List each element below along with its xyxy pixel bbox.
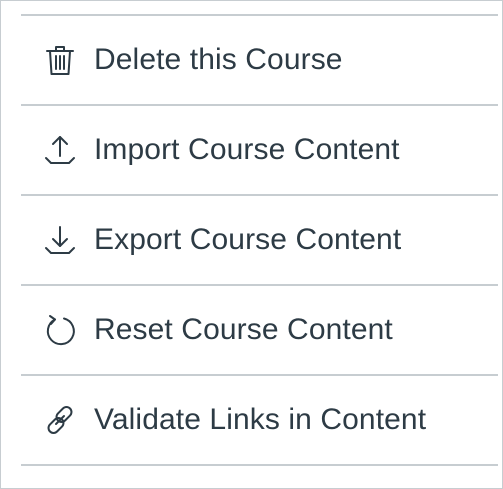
download-icon — [43, 223, 77, 257]
import-course-content-label: Import Course Content — [94, 133, 400, 166]
trash-icon — [43, 43, 77, 77]
course-actions-panel: Delete this Course Import Course Content — [0, 0, 503, 489]
course-actions-menu: Delete this Course Import Course Content — [21, 14, 498, 466]
link-icon — [43, 403, 77, 437]
upload-icon — [43, 133, 77, 167]
delete-course-label: Delete this Course — [94, 43, 343, 76]
validate-links-label: Validate Links in Content — [94, 403, 427, 436]
validate-links-button[interactable]: Validate Links in Content — [21, 376, 498, 466]
reset-course-content-label: Reset Course Content — [94, 313, 393, 346]
export-course-content-label: Export Course Content — [94, 223, 402, 256]
import-course-content-button[interactable]: Import Course Content — [21, 106, 498, 196]
reset-icon — [43, 313, 77, 347]
export-course-content-button[interactable]: Export Course Content — [21, 196, 498, 286]
reset-course-content-button[interactable]: Reset Course Content — [21, 286, 498, 376]
delete-course-button[interactable]: Delete this Course — [21, 16, 498, 106]
